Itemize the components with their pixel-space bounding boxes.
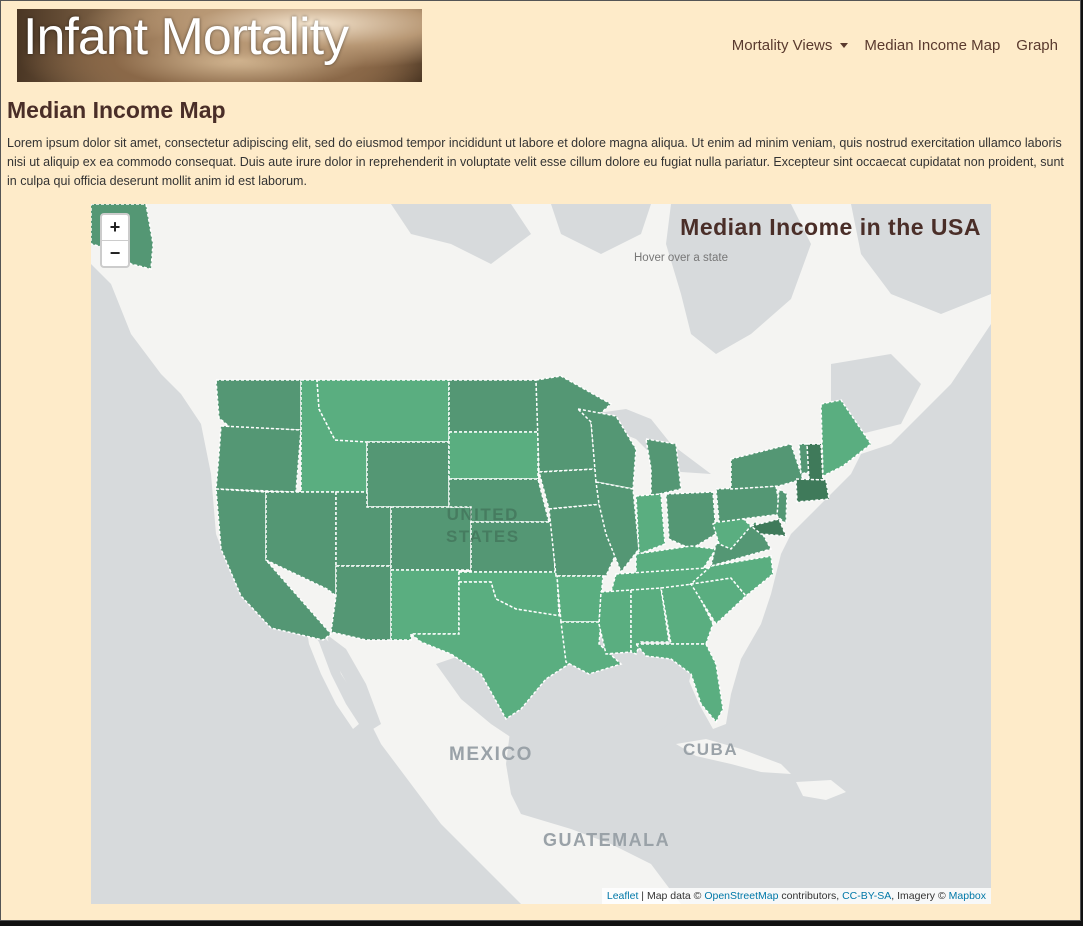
state-massachusetts-ct-ri[interactable]: [795, 478, 830, 503]
us-label-line1: UNITED: [446, 505, 519, 524]
zoom-control: + −: [100, 213, 130, 268]
nav-mortality-views-dropdown[interactable]: Mortality Views: [732, 37, 849, 54]
attribution-text-3: , Imagery ©: [891, 890, 949, 902]
caret-down-icon: [840, 43, 849, 48]
cuba-label: CUBA: [683, 740, 739, 759]
attribution-text-1: | Map data ©: [638, 890, 705, 902]
state-wyoming[interactable]: [366, 441, 450, 508]
map-canvas[interactable]: [91, 204, 991, 904]
state-michigan[interactable]: [645, 438, 682, 497]
state-iowa[interactable]: [538, 468, 604, 510]
state-arizona[interactable]: [330, 565, 392, 641]
land-hispaniola: [796, 780, 846, 800]
navbar: Infant Mortality Mortality Views Median …: [1, 1, 1082, 91]
nav-median-income-map[interactable]: Median Income Map: [864, 37, 1000, 54]
state-north-dakota[interactable]: [448, 379, 539, 433]
state-south-dakota[interactable]: [448, 431, 539, 480]
guatemala-label: GUATEMALA: [543, 830, 671, 850]
leaflet-link[interactable]: Leaflet: [607, 890, 639, 902]
state-washington[interactable]: [215, 379, 302, 431]
license-link[interactable]: CC-BY-SA: [842, 890, 891, 902]
zoom-in-button[interactable]: +: [102, 215, 128, 240]
map-attribution: Leaflet | Map data © OpenStreetMap contr…: [601, 888, 991, 904]
page-title: Median Income Map: [7, 97, 226, 123]
page: Infant Mortality Mortality Views Median …: [0, 0, 1081, 921]
map-info-hint: Hover over a state: [634, 252, 728, 264]
mexico-label: MEXICO: [449, 744, 533, 765]
income-map[interactable]: UNITED STATES MEXICO CUBA GUATEMALA + − …: [91, 204, 991, 904]
map-info-title: Median Income in the USA: [680, 214, 981, 240]
mapbox-link[interactable]: Mapbox: [949, 890, 986, 902]
zoom-out-button[interactable]: −: [102, 240, 128, 266]
state-arkansas[interactable]: [556, 575, 604, 623]
state-oregon[interactable]: [215, 425, 302, 493]
nav-mortality-views-label: Mortality Views: [731, 37, 833, 54]
state-indiana[interactable]: [635, 493, 666, 556]
state-new-mexico[interactable]: [390, 569, 460, 641]
state-mississippi[interactable]: [598, 589, 632, 655]
openstreetmap-link[interactable]: OpenStreetMap: [704, 890, 778, 902]
attribution-text-2: contributors,: [778, 890, 843, 902]
brand-logo[interactable]: Infant Mortality: [17, 9, 422, 82]
brand-title: Infant Mortality: [23, 9, 349, 66]
us-label-line2: STATES: [446, 527, 520, 546]
united-states-label: UNITED STATES: [446, 504, 520, 548]
state-montana[interactable]: [316, 379, 450, 443]
nav-graph[interactable]: Graph: [1016, 37, 1058, 54]
page-description: Lorem ipsum dolor sit amet, consectetur …: [7, 136, 1064, 188]
nav-links: Mortality Views Median Income Map Graph: [732, 37, 1058, 54]
state-new-hampshire[interactable]: [806, 443, 824, 481]
